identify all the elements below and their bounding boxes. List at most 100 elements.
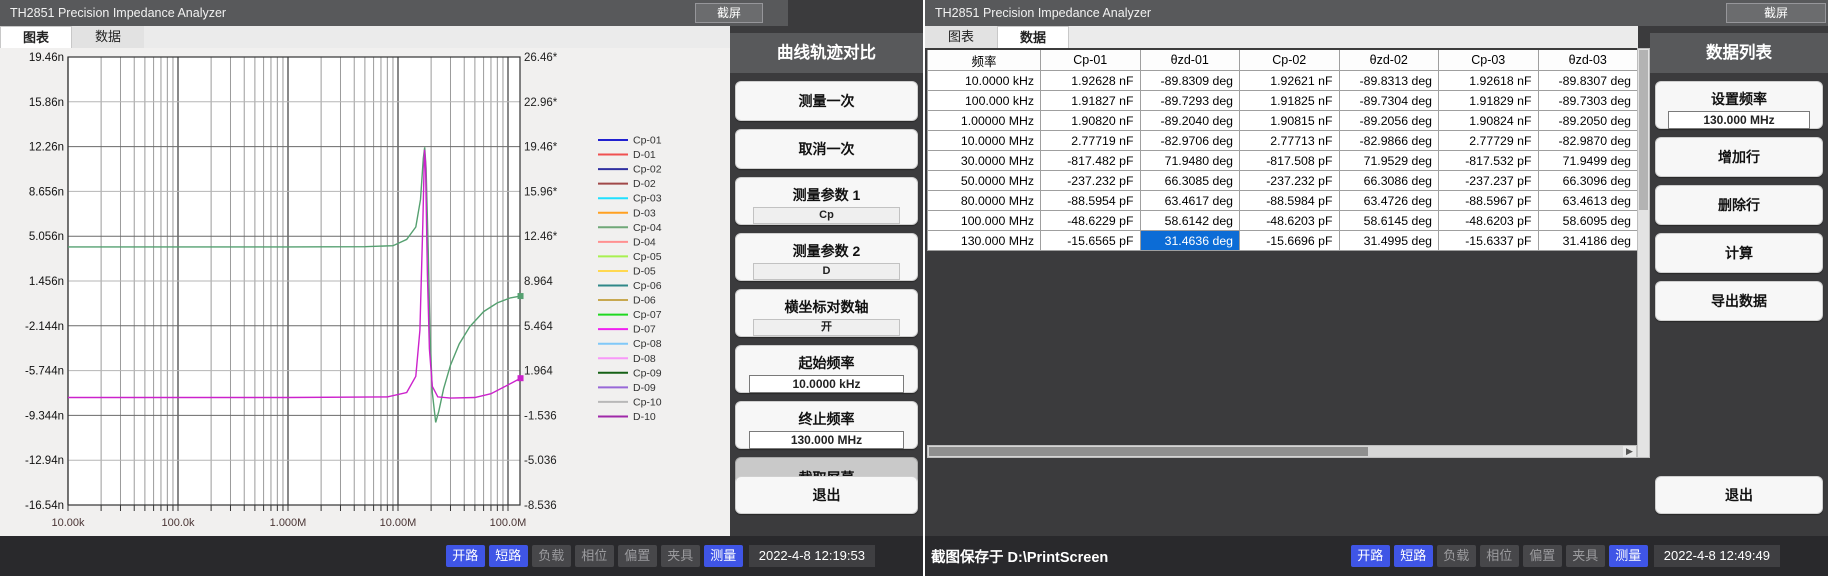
tab-data[interactable]: 数据 <box>997 26 1069 48</box>
table-cell[interactable]: 1.00000 MHz <box>928 111 1041 131</box>
table-cell[interactable]: 66.3085 deg <box>1140 171 1240 191</box>
table-cell[interactable]: 2.77713 nF <box>1240 131 1340 151</box>
short-circuit-toggle[interactable]: 短路 <box>1394 545 1433 567</box>
tab-chart[interactable]: 图表 <box>0 26 72 48</box>
measure-toggle[interactable]: 测量 <box>704 545 743 567</box>
table-cell[interactable]: 63.4726 deg <box>1339 191 1439 211</box>
table-cell[interactable]: 58.6142 deg <box>1140 211 1240 231</box>
table-cell[interactable]: 2.77729 nF <box>1439 131 1539 151</box>
table-cell[interactable]: 130.000 MHz <box>928 231 1041 251</box>
fixture-toggle[interactable]: 夹具 <box>1566 545 1605 567</box>
table-cell[interactable]: -817.532 pF <box>1439 151 1539 171</box>
table-cell[interactable]: -237.232 pF <box>1240 171 1340 191</box>
table-cell[interactable]: 50.0000 MHz <box>928 171 1041 191</box>
tab-chart[interactable]: 图表 <box>925 26 997 48</box>
screenshot-button[interactable]: 截屏 <box>1726 3 1826 23</box>
table-cell[interactable]: 1.90824 nF <box>1439 111 1539 131</box>
table-cell[interactable]: 1.92621 nF <box>1240 71 1340 91</box>
hscroll-right-arrow-icon[interactable]: ▶ <box>1623 446 1636 457</box>
table-cell[interactable]: -88.5984 pF <box>1240 191 1340 211</box>
table-cell[interactable]: -82.9870 deg <box>1538 131 1638 151</box>
open-circuit-toggle[interactable]: 开路 <box>1351 545 1390 567</box>
table-cell[interactable]: -89.2056 deg <box>1339 111 1439 131</box>
table-cell[interactable]: 100.000 kHz <box>928 91 1041 111</box>
table-cell[interactable]: 63.4617 deg <box>1140 191 1240 211</box>
exit-button[interactable]: 退出 <box>1655 476 1823 514</box>
fixture-toggle[interactable]: 夹具 <box>661 545 700 567</box>
table-cell[interactable]: -817.508 pF <box>1240 151 1340 171</box>
table-cell[interactable]: -817.482 pF <box>1041 151 1141 171</box>
table-horizontal-scrollbar[interactable]: ▶ <box>927 445 1637 458</box>
table-cell[interactable]: 10.0000 kHz <box>928 71 1041 91</box>
table-cell[interactable]: -237.232 pF <box>1041 171 1141 191</box>
add-row-button[interactable]: 增加行 <box>1655 137 1823 177</box>
table-cell[interactable]: 66.3086 deg <box>1339 171 1439 191</box>
table-cell[interactable]: -15.6696 pF <box>1240 231 1340 251</box>
table-cell[interactable]: -89.8307 deg <box>1538 71 1638 91</box>
tab-data[interactable]: 数据 <box>72 26 144 48</box>
table-cell[interactable]: -89.8309 deg <box>1140 71 1240 91</box>
table-cell[interactable]: 1.90815 nF <box>1240 111 1340 131</box>
table-cell[interactable]: -89.7303 deg <box>1538 91 1638 111</box>
table-cell[interactable]: 66.3096 deg <box>1538 171 1638 191</box>
stop-freq-button-value[interactable]: 130.000 MHz <box>749 431 903 449</box>
phase-toggle[interactable]: 相位 <box>1480 545 1519 567</box>
table-cell[interactable]: 100.000 MHz <box>928 211 1041 231</box>
table-cell[interactable]: 1.92628 nF <box>1041 71 1141 91</box>
short-circuit-toggle[interactable]: 短路 <box>489 545 528 567</box>
load-toggle[interactable]: 负载 <box>532 545 571 567</box>
set-freq-button[interactable]: 设置频率130.000 MHz <box>1655 81 1823 129</box>
table-cell[interactable]: -15.6565 pF <box>1041 231 1141 251</box>
table-vertical-scrollbar[interactable] <box>1637 48 1650 458</box>
table-cell[interactable]: 31.4186 deg <box>1538 231 1638 251</box>
table-cell[interactable]: -88.5967 pF <box>1439 191 1539 211</box>
table-cell[interactable]: -88.5954 pF <box>1041 191 1141 211</box>
open-circuit-toggle[interactable]: 开路 <box>446 545 485 567</box>
table-cell[interactable]: -89.2040 deg <box>1140 111 1240 131</box>
calculate-button[interactable]: 计算 <box>1655 233 1823 273</box>
x-log-axis-button[interactable]: 横坐标对数轴开 <box>735 289 918 337</box>
table-cell[interactable]: -82.9706 deg <box>1140 131 1240 151</box>
screenshot-button[interactable]: 截屏 <box>695 3 763 23</box>
bias-toggle[interactable]: 偏置 <box>1523 545 1562 567</box>
table-cell[interactable]: 1.90820 nF <box>1041 111 1141 131</box>
table-cell[interactable]: 58.6095 deg <box>1538 211 1638 231</box>
table-cell[interactable]: -89.7304 deg <box>1339 91 1439 111</box>
table-cell[interactable]: 1.91827 nF <box>1041 91 1141 111</box>
table-cell[interactable]: 71.9499 deg <box>1538 151 1638 171</box>
table-cell[interactable]: -237.237 pF <box>1439 171 1539 191</box>
table-cell[interactable]: 10.0000 MHz <box>928 131 1041 151</box>
start-freq-button[interactable]: 起始频率10.0000 kHz <box>735 345 918 393</box>
table-cell[interactable]: -89.2050 deg <box>1538 111 1638 131</box>
delete-row-button[interactable]: 删除行 <box>1655 185 1823 225</box>
hscroll-thumb[interactable] <box>929 447 1368 456</box>
table-cell[interactable]: 58.6145 deg <box>1339 211 1439 231</box>
table-cell[interactable]: -48.6203 pF <box>1439 211 1539 231</box>
table-cell[interactable]: -82.9866 deg <box>1339 131 1439 151</box>
table-cell[interactable]: 80.0000 MHz <box>928 191 1041 211</box>
phase-toggle[interactable]: 相位 <box>575 545 614 567</box>
export-data-button[interactable]: 导出数据 <box>1655 281 1823 321</box>
table-cell[interactable]: -48.6203 pF <box>1240 211 1340 231</box>
table-cell[interactable]: -89.7293 deg <box>1140 91 1240 111</box>
table-cell[interactable]: 31.4995 deg <box>1339 231 1439 251</box>
table-cell[interactable]: 71.9480 deg <box>1140 151 1240 171</box>
table-cell[interactable]: 2.77719 nF <box>1041 131 1141 151</box>
stop-freq-button[interactable]: 终止频率130.000 MHz <box>735 401 918 449</box>
exit-button[interactable]: 退出 <box>735 476 918 514</box>
set-freq-button-value[interactable]: 130.000 MHz <box>1668 111 1809 129</box>
table-cell[interactable]: 1.92618 nF <box>1439 71 1539 91</box>
table-cell[interactable]: -15.6337 pF <box>1439 231 1539 251</box>
measure-param2-button[interactable]: 测量参数 2D <box>735 233 918 281</box>
vscroll-thumb[interactable] <box>1639 50 1648 210</box>
table-cell[interactable]: 1.91825 nF <box>1240 91 1340 111</box>
measure-once-button[interactable]: 测量一次 <box>735 81 918 121</box>
table-cell[interactable]: 71.9529 deg <box>1339 151 1439 171</box>
measure-toggle[interactable]: 测量 <box>1609 545 1648 567</box>
table-cell[interactable]: -89.8313 deg <box>1339 71 1439 91</box>
table-cell[interactable]: 1.91829 nF <box>1439 91 1539 111</box>
selected-cell[interactable]: 31.4636 deg <box>1140 231 1240 251</box>
cancel-once-button[interactable]: 取消一次 <box>735 129 918 169</box>
table-cell[interactable]: 63.4613 deg <box>1538 191 1638 211</box>
table-cell[interactable]: 30.0000 MHz <box>928 151 1041 171</box>
